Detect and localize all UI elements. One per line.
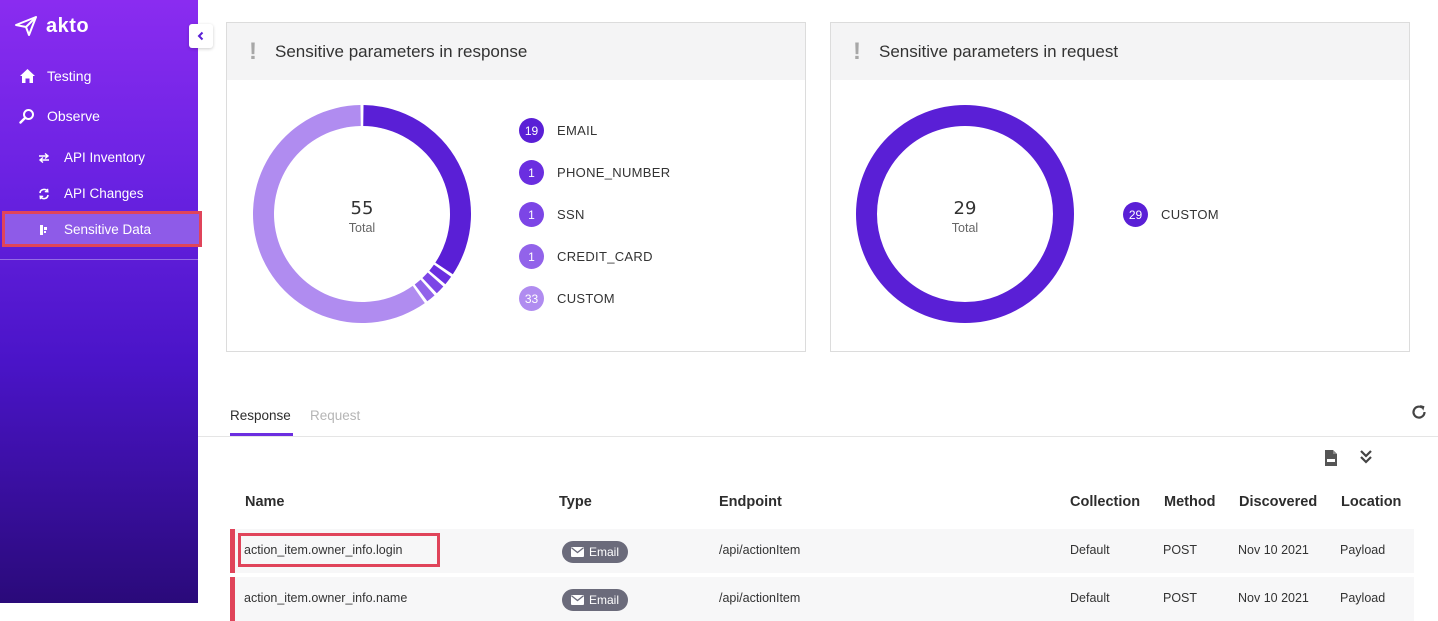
table-row[interactable]: action_item.owner_info.name Email /api/a… xyxy=(230,577,1414,621)
legend-count-badge: 1 xyxy=(519,202,544,227)
sidebar-item-observe[interactable]: Observe xyxy=(0,108,198,124)
home-icon xyxy=(17,68,37,84)
collapse-sidebar-button[interactable] xyxy=(189,24,213,48)
chevrons-down-icon[interactable] xyxy=(1359,449,1373,470)
legend-item: 1 SSN xyxy=(519,202,585,227)
column-header-collection[interactable]: Collection xyxy=(1070,494,1140,510)
column-header-type[interactable]: Type xyxy=(559,494,592,510)
data-tabs: Response Request xyxy=(198,398,1438,437)
legend-count-badge: 19 xyxy=(519,118,544,143)
row-severity-bar xyxy=(230,529,235,573)
cell-location: Payload xyxy=(1340,543,1386,557)
sidebar-item-label: API Changes xyxy=(64,186,144,201)
refresh-icon[interactable] xyxy=(1410,403,1428,426)
akto-logo[interactable]: akto xyxy=(14,14,89,38)
card-header: ! Sensitive parameters in request xyxy=(831,23,1409,80)
legend-label: PHONE_NUMBER xyxy=(557,165,671,180)
sidebar-item-api-changes[interactable]: API Changes xyxy=(0,186,198,201)
tab-request[interactable]: Request xyxy=(310,408,360,423)
donut-slice-email[interactable] xyxy=(363,105,471,275)
legend-item: 33 CUSTOM xyxy=(519,286,615,311)
legend-count-badge: 29 xyxy=(1123,202,1148,227)
column-header-method[interactable]: Method xyxy=(1164,494,1216,510)
donut-total: 55 Total xyxy=(302,198,422,235)
type-badge: Email xyxy=(562,589,629,611)
sidebar: akto Testing Observe API Inventory API C… xyxy=(0,0,202,603)
card-title: Sensitive parameters in response xyxy=(275,41,528,61)
donut-total-label: Total xyxy=(348,221,376,235)
type-label: Email xyxy=(589,593,620,607)
row-severity-bar xyxy=(230,577,235,621)
cell-endpoint: /api/actionItem xyxy=(719,543,801,557)
legend-label: SSN xyxy=(557,207,585,222)
exclamation-icon: ! xyxy=(249,37,257,65)
donut-total-value: 55 xyxy=(350,198,374,219)
response-sensitive-card: ! Sensitive parameters in response 55 To… xyxy=(226,22,806,352)
csv-download-icon[interactable] xyxy=(1324,449,1338,472)
sidebar-item-sensitive-data[interactable]: Sensitive Data xyxy=(0,222,198,237)
legend-item: 1 PHONE_NUMBER xyxy=(519,160,670,185)
donut-total: 29 Total xyxy=(905,198,1025,235)
sidebar-item-testing[interactable]: Testing xyxy=(0,68,198,84)
legend-count-badge: 33 xyxy=(519,286,544,311)
envelope-icon xyxy=(571,595,584,605)
cell-discovered: Nov 10 2021 xyxy=(1238,543,1309,557)
card-title: Sensitive parameters in request xyxy=(879,41,1119,61)
type-label: Email xyxy=(589,545,620,559)
column-header-name[interactable]: Name xyxy=(245,494,285,510)
column-header-location[interactable]: Location xyxy=(1341,494,1401,510)
legend-item: 29 CUSTOM xyxy=(1123,202,1219,227)
legend-label: CUSTOM xyxy=(557,291,615,306)
column-header-endpoint[interactable]: Endpoint xyxy=(719,494,782,510)
column-header-discovered[interactable]: Discovered xyxy=(1239,494,1317,510)
cell-collection: Default xyxy=(1070,543,1110,557)
sidebar-item-label: Testing xyxy=(47,68,92,84)
sidebar-item-label: Sensitive Data xyxy=(64,222,152,237)
sidebar-item-label: Observe xyxy=(47,108,100,124)
legend-count-badge: 1 xyxy=(519,244,544,269)
cell-method: POST xyxy=(1163,543,1198,557)
type-badge: Email xyxy=(562,541,629,563)
exclamation-icon: ! xyxy=(853,37,861,65)
chevron-left-icon xyxy=(197,31,204,41)
sync-icon xyxy=(34,188,54,200)
envelope-icon xyxy=(571,547,584,557)
logo-text: akto xyxy=(46,14,90,37)
legend-item: 1 CREDIT_CARD xyxy=(519,244,653,269)
paper-plane-icon xyxy=(15,16,37,36)
legend-item: 19 EMAIL xyxy=(519,118,598,143)
legend-label: EMAIL xyxy=(557,123,598,138)
legend-count-badge: 1 xyxy=(519,160,544,185)
legend-label: CREDIT_CARD xyxy=(557,249,653,264)
legend-label: CUSTOM xyxy=(1161,207,1219,222)
request-sensitive-card: ! Sensitive parameters in request 29 Tot… xyxy=(830,22,1410,352)
sidebar-divider xyxy=(0,259,198,260)
tab-response[interactable]: Response xyxy=(230,408,291,423)
sidebar-item-label: API Inventory xyxy=(64,150,146,165)
card-header: ! Sensitive parameters in response xyxy=(227,23,805,80)
cell-name: action_item.owner_info.login xyxy=(244,543,403,557)
search-icon xyxy=(17,108,37,124)
data-icon xyxy=(34,224,54,236)
table-row[interactable]: action_item.owner_info.login Email /api/… xyxy=(230,529,1414,573)
donut-total-label: Total xyxy=(951,221,979,235)
swap-icon xyxy=(34,152,54,163)
active-tab-indicator xyxy=(230,433,293,436)
sidebar-item-api-inventory[interactable]: API Inventory xyxy=(0,150,198,165)
donut-total-value: 29 xyxy=(953,198,977,219)
